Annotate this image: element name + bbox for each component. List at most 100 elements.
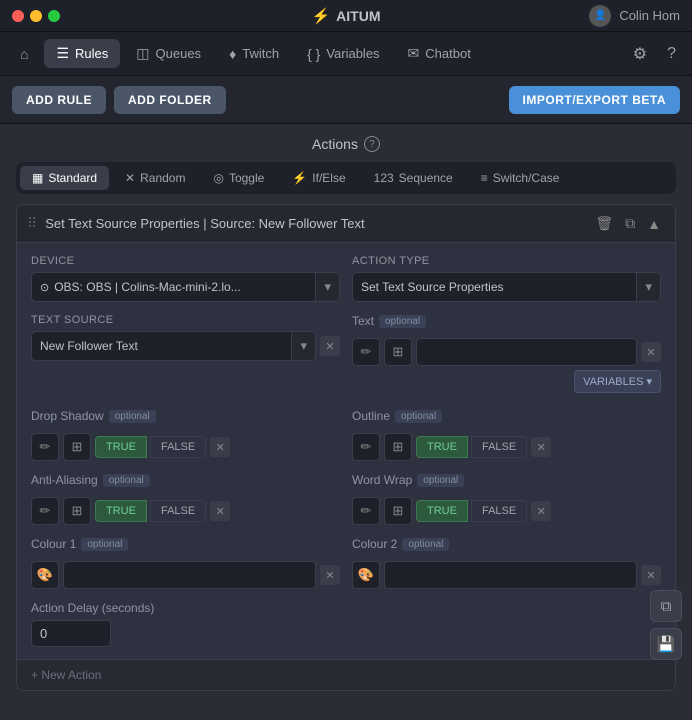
outline-image-button[interactable]: ⊞ [384,433,412,461]
tab-random[interactable]: ✕ Random [113,166,197,190]
tab-sequence[interactable]: 123 Sequence [362,166,465,190]
drop-shadow-edit-button[interactable]: ✏ [31,433,59,461]
text-source-label: Text Source [31,314,340,326]
device-select-value: ⊙ OBS: OBS | Colins-Mac-mini-2.lo... [32,274,315,300]
device-value-text: OBS: OBS | Colins-Mac-mini-2.lo... [54,280,241,294]
text-source-arrow[interactable]: ▾ [291,332,315,360]
sidebar-item-queues-label: Queues [156,46,202,61]
anti-aliasing-label-row: Anti-Aliasing optional [31,473,340,487]
colour1-clear-button[interactable]: ✕ [320,565,340,585]
text-clear-button[interactable]: ✕ [641,342,661,362]
twitch-icon: ♦ [229,46,236,62]
sidebar-item-twitch[interactable]: ♦ Twitch [217,40,291,68]
word-wrap-input-row: ✏ ⊞ TRUE FALSE ✕ [352,497,661,525]
aitum-logo-icon: ⚡ [311,7,330,25]
action-delay-label: Action Delay (seconds) [31,601,661,615]
outline-clear-button[interactable]: ✕ [531,437,551,457]
collapse-button[interactable]: ▲ [643,214,665,234]
drag-handle-icon[interactable]: ⠿ [27,215,37,232]
float-copy-button[interactable]: ⧉ [650,590,682,622]
actions-help-icon[interactable]: ? [364,136,380,152]
action-delay-input[interactable] [31,620,111,647]
sidebar-item-twitch-label: Twitch [242,46,279,61]
new-action-label: + New Action [31,668,101,682]
delete-button[interactable]: 🗑 [591,213,617,234]
drop-shadow-false-button[interactable]: FALSE [150,436,206,458]
tab-random-label: Random [140,171,185,185]
variables-icon: { } [307,46,320,62]
text-source-select[interactable]: New Follower Text ▾ [31,331,316,361]
sidebar-item-rules[interactable]: ☰ Rules [44,39,120,68]
float-save-button[interactable]: 💾 [650,628,682,660]
obs-icon: ⊙ [40,281,49,294]
colour-row: Colour 1 optional 🎨 ✕ Colour 2 optional [31,537,661,589]
card-header-actions: 🗑 ⧉ ▲ [591,213,665,234]
minimize-button[interactable] [30,10,42,22]
rules-icon: ☰ [56,45,69,62]
help-button[interactable]: ? [659,39,684,69]
word-wrap-edit-button[interactable]: ✏ [352,497,380,525]
outline-edit-button[interactable]: ✏ [352,433,380,461]
drop-shadow-true-button[interactable]: TRUE [95,436,147,458]
text-source-clear-button[interactable]: ✕ [320,336,340,356]
anti-aliasing-clear-button[interactable]: ✕ [210,501,230,521]
sidebar-item-queues[interactable]: ◫ Queues [124,39,213,68]
device-select[interactable]: ⊙ OBS: OBS | Colins-Mac-mini-2.lo... ▾ [31,272,340,302]
tab-standard[interactable]: ▦ Standard [20,166,109,190]
drop-shadow-toggle: TRUE FALSE [95,436,206,458]
chatbot-icon: ✉ [408,45,420,62]
tab-ifelse-icon: ⚡ [292,171,307,185]
text-optional-badge: optional [379,315,426,328]
copy-button[interactable]: ⧉ [621,213,639,234]
drop-shadow-group: Drop Shadow optional ✏ ⊞ TRUE FALSE ✕ [31,409,340,461]
colour1-label: Colour 1 [31,537,76,551]
word-wrap-image-button[interactable]: ⊞ [384,497,412,525]
colour1-picker-button[interactable]: 🎨 [31,561,59,589]
tab-sequence-icon: 123 [374,171,394,185]
action-type-group: Action Type Set Text Source Properties ▾ [352,255,661,302]
actions-title: Actions [312,136,358,152]
action-card: ⠿ Set Text Source Properties | Source: N… [16,204,676,691]
word-wrap-true-button[interactable]: TRUE [416,500,468,522]
tab-toggle-label: Toggle [229,171,264,185]
anti-aliasing-edit-button[interactable]: ✏ [31,497,59,525]
close-button[interactable] [12,10,24,22]
drop-shadow-clear-button[interactable]: ✕ [210,437,230,457]
text-edit-button[interactable]: ✏ [352,338,380,366]
tab-standard-icon: ▦ [32,171,43,185]
settings-button[interactable]: ⚙ [625,38,655,70]
card-header: ⠿ Set Text Source Properties | Source: N… [17,205,675,243]
word-wrap-clear-button[interactable]: ✕ [531,501,551,521]
floating-buttons: ⧉ 💾 [650,590,682,660]
sidebar-item-variables[interactable]: { } Variables [295,40,391,68]
text-field-input[interactable] [416,338,637,366]
tab-toggle[interactable]: ◎ Toggle [201,166,276,190]
colour2-picker-button[interactable]: 🎨 [352,561,380,589]
word-wrap-toggle: TRUE FALSE [416,500,527,522]
action-type-arrow[interactable]: ▾ [636,273,660,301]
outline-true-button[interactable]: TRUE [416,436,468,458]
anti-aliasing-image-button[interactable]: ⊞ [63,497,91,525]
colour1-field[interactable] [63,561,316,589]
tab-ifelse[interactable]: ⚡ If/Else [280,166,357,190]
navbar: ⌂ ☰ Rules ◫ Queues ♦ Twitch { } Variable… [0,32,692,76]
device-select-arrow[interactable]: ▾ [315,273,339,301]
add-folder-button[interactable]: ADD FOLDER [114,86,226,114]
import-export-button[interactable]: IMPORT/EXPORT BETA [509,86,680,114]
maximize-button[interactable] [48,10,60,22]
drop-shadow-image-button[interactable]: ⊞ [63,433,91,461]
add-rule-button[interactable]: ADD RULE [12,86,106,114]
anti-aliasing-true-button[interactable]: TRUE [95,500,147,522]
outline-false-button[interactable]: FALSE [471,436,527,458]
tab-switchcase[interactable]: ≡ Switch/Case [469,166,572,190]
sidebar-item-chatbot[interactable]: ✉ Chatbot [396,39,483,68]
dropshadow-outline-row: Drop Shadow optional ✏ ⊞ TRUE FALSE ✕ [31,409,661,461]
colour2-field[interactable] [384,561,637,589]
colour2-clear-button[interactable]: ✕ [641,565,661,585]
variables-button[interactable]: VARIABLES ▾ [574,370,661,393]
sidebar-item-home[interactable]: ⌂ [8,40,40,68]
word-wrap-false-button[interactable]: FALSE [471,500,527,522]
text-image-button[interactable]: ⊞ [384,338,412,366]
anti-aliasing-false-button[interactable]: FALSE [150,500,206,522]
action-type-select[interactable]: Set Text Source Properties ▾ [352,272,661,302]
